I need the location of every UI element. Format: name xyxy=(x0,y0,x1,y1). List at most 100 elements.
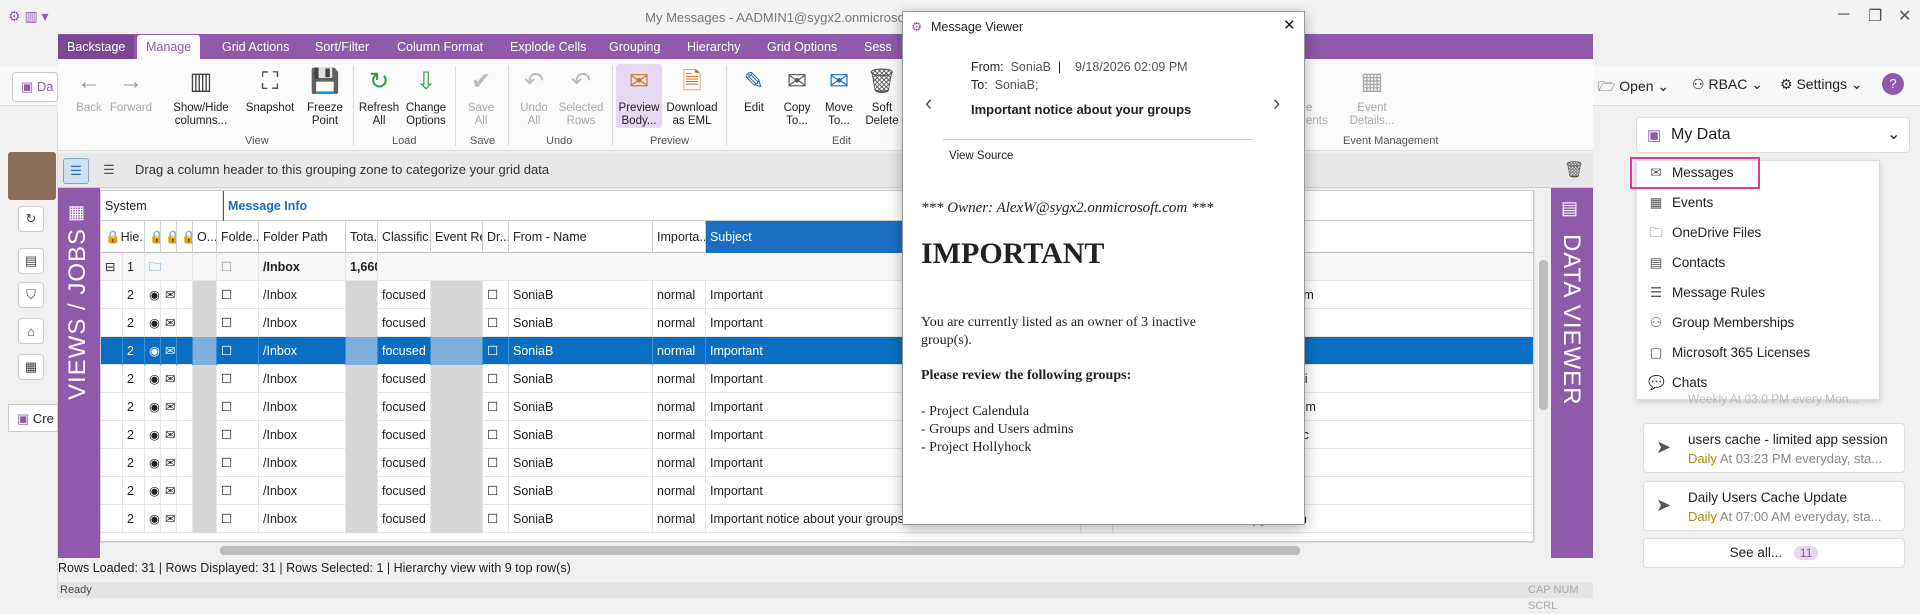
col-lock-b[interactable]: 🔒 xyxy=(161,221,177,253)
prev-message-button[interactable]: ‹ xyxy=(925,90,932,116)
blank-cell[interactable] xyxy=(177,365,193,393)
row-level[interactable]: 2 xyxy=(123,281,145,309)
row-spacer[interactable] xyxy=(101,309,123,337)
total-cell[interactable] xyxy=(346,309,378,337)
event-response-cell[interactable] xyxy=(431,337,483,365)
soft-delete-button[interactable]: 🗑 Soft Delete xyxy=(862,64,902,128)
create-button[interactable]: ▣ Cre xyxy=(8,404,58,432)
classification[interactable]: focused xyxy=(378,421,431,449)
dd-item-group-memberships[interactable]: ⚇ Group Memberships xyxy=(1648,309,1794,337)
importance[interactable]: normal xyxy=(653,505,706,533)
tab-backstage[interactable]: Backstage xyxy=(58,35,135,59)
vscroll-thumb[interactable] xyxy=(1539,260,1548,410)
table-row[interactable]: 2◉✉☐/Inboxfocused☐SoniaBnormalImportant▤… xyxy=(101,337,1533,365)
settings-menu[interactable]: ⚙ Settings ⌄ xyxy=(1780,76,1863,93)
dd-item-onedrive[interactable]: 🗀 OneDrive Files xyxy=(1648,219,1761,247)
folder-path[interactable]: /Inbox xyxy=(259,421,346,449)
checkbox-cell[interactable]: ☐ xyxy=(217,365,259,393)
dashboard-button[interactable]: ▣ Da xyxy=(12,72,58,102)
mail-cell[interactable]: ✉ xyxy=(161,365,177,393)
blank-cell[interactable] xyxy=(177,505,193,533)
from-name[interactable]: SoniaB xyxy=(509,505,653,533)
col-lock-c[interactable]: 🔒 xyxy=(177,221,193,253)
row-level[interactable]: 2 xyxy=(123,393,145,421)
checkbox-cell[interactable]: ☐ xyxy=(217,309,259,337)
table-row[interactable]: 2◉✉☐/Inboxfocused☐SoniaBnormalImportant▤… xyxy=(101,477,1533,505)
from-name[interactable]: SoniaB xyxy=(509,337,653,365)
total-cell[interactable] xyxy=(346,393,378,421)
folder-icon-cell[interactable]: 🗀 xyxy=(145,253,193,281)
mail-cell[interactable]: ✉ xyxy=(161,281,177,309)
importance[interactable]: normal xyxy=(653,365,706,393)
row-spacer[interactable] xyxy=(101,337,123,365)
row-spacer[interactable] xyxy=(101,365,123,393)
importance[interactable]: normal xyxy=(653,477,706,505)
tag-nav-icon[interactable]: ⌂ xyxy=(18,318,44,344)
checkbox-cell[interactable]: ☐ xyxy=(217,281,259,309)
refresh-all-button[interactable]: ↻ Refresh All xyxy=(356,64,402,128)
folder-path[interactable]: /Inbox xyxy=(259,365,346,393)
mail-cell[interactable]: ✉ xyxy=(161,337,177,365)
views-jobs-panel[interactable]: ▦ VIEWS / JOBS xyxy=(58,188,100,558)
tab-explode-cells[interactable]: Explode Cells xyxy=(501,35,595,59)
event-response-cell[interactable] xyxy=(431,309,483,337)
row-spacer[interactable] xyxy=(101,281,123,309)
row-level[interactable]: 2 xyxy=(123,477,145,505)
event-response-cell[interactable] xyxy=(431,393,483,421)
table-row[interactable]: 2 ◉ ✉ ☐/Inbox focused ☐ SoniaB normal Important … xyxy=(101,505,1533,533)
folder-path[interactable]: /Inbox xyxy=(259,253,346,281)
row-level[interactable]: 2 xyxy=(123,365,145,393)
edit-button[interactable]: ✎ Edit xyxy=(732,64,776,115)
event-response-cell[interactable] xyxy=(431,421,483,449)
row-level[interactable]: 2 xyxy=(123,505,145,533)
classification[interactable]: focused xyxy=(378,309,431,337)
table-row[interactable]: 2◉✉☐/Inboxfocused☐SoniaBnormalImportant▤… xyxy=(101,365,1533,393)
event-details-button[interactable]: ▦ Event Details... xyxy=(1344,64,1400,128)
change-options-button[interactable]: ⇩ Change Options xyxy=(402,64,450,128)
tab-manage[interactable]: Manage xyxy=(137,35,201,59)
draft-cell[interactable]: ☐ xyxy=(483,505,509,533)
status-cell[interactable]: ◉ xyxy=(145,477,161,505)
list-view-toggle[interactable]: ☰ xyxy=(96,158,122,184)
hscroll-thumb[interactable] xyxy=(220,546,1300,555)
folder-path[interactable]: /Inbox xyxy=(259,309,346,337)
total-cell[interactable] xyxy=(346,477,378,505)
help-button[interactable]: ? xyxy=(1882,73,1904,95)
total-cell[interactable] xyxy=(346,281,378,309)
blank-cell[interactable] xyxy=(177,477,193,505)
importance[interactable]: normal xyxy=(653,393,706,421)
view-source-link[interactable]: View Source xyxy=(949,150,1013,162)
folder-path[interactable]: /Inbox xyxy=(259,449,346,477)
preview-body-button[interactable]: ✉ Preview Body... xyxy=(616,64,662,128)
see-all-button[interactable]: See all... 11 xyxy=(1643,538,1905,568)
row-level[interactable]: 2 xyxy=(123,449,145,477)
row-spacer[interactable] xyxy=(101,449,123,477)
col-total[interactable]: Tota... xyxy=(346,221,378,253)
mail-cell[interactable]: ✉ xyxy=(161,477,177,505)
total-cell[interactable] xyxy=(346,365,378,393)
folder-path[interactable]: /Inbox xyxy=(259,337,346,365)
draft-cell[interactable]: ☐ xyxy=(483,449,509,477)
data-viewer-panel[interactable]: ▤ DATA VIEWER xyxy=(1551,188,1593,558)
my-data-header[interactable]: ▣ My Data ⌄ xyxy=(1636,117,1910,153)
row-spacer[interactable] xyxy=(101,421,123,449)
tab-session[interactable]: Sess xyxy=(855,35,901,59)
freeze-point-button[interactable]: 💾 Freeze Point xyxy=(302,64,348,128)
classification[interactable]: focused xyxy=(378,505,431,533)
mail-cell[interactable]: ✉ xyxy=(161,505,177,533)
draft-cell[interactable]: ☐ xyxy=(483,337,509,365)
from-name[interactable]: SoniaB xyxy=(509,393,653,421)
blank-cell[interactable] xyxy=(177,281,193,309)
draft-cell[interactable]: ☐ xyxy=(483,477,509,505)
outer-maximize-button[interactable]: ❐ xyxy=(1868,6,1882,26)
table-row[interactable]: 2◉✉☐/Inboxfocused☐SoniaBnormalImportant▤… xyxy=(101,421,1533,449)
checkbox-cell[interactable]: ☐ xyxy=(217,421,259,449)
status-cell[interactable]: ◉ xyxy=(145,421,161,449)
user-avatar[interactable] xyxy=(8,152,56,200)
job-card[interactable]: ➤ users cache - limited app session Daily … xyxy=(1643,423,1905,473)
o-cell[interactable] xyxy=(193,449,217,477)
row-level[interactable]: 2 xyxy=(123,421,145,449)
blank-cell[interactable] xyxy=(177,449,193,477)
draft-cell[interactable]: ☐ xyxy=(483,281,509,309)
draft-cell[interactable]: ☐ xyxy=(483,309,509,337)
